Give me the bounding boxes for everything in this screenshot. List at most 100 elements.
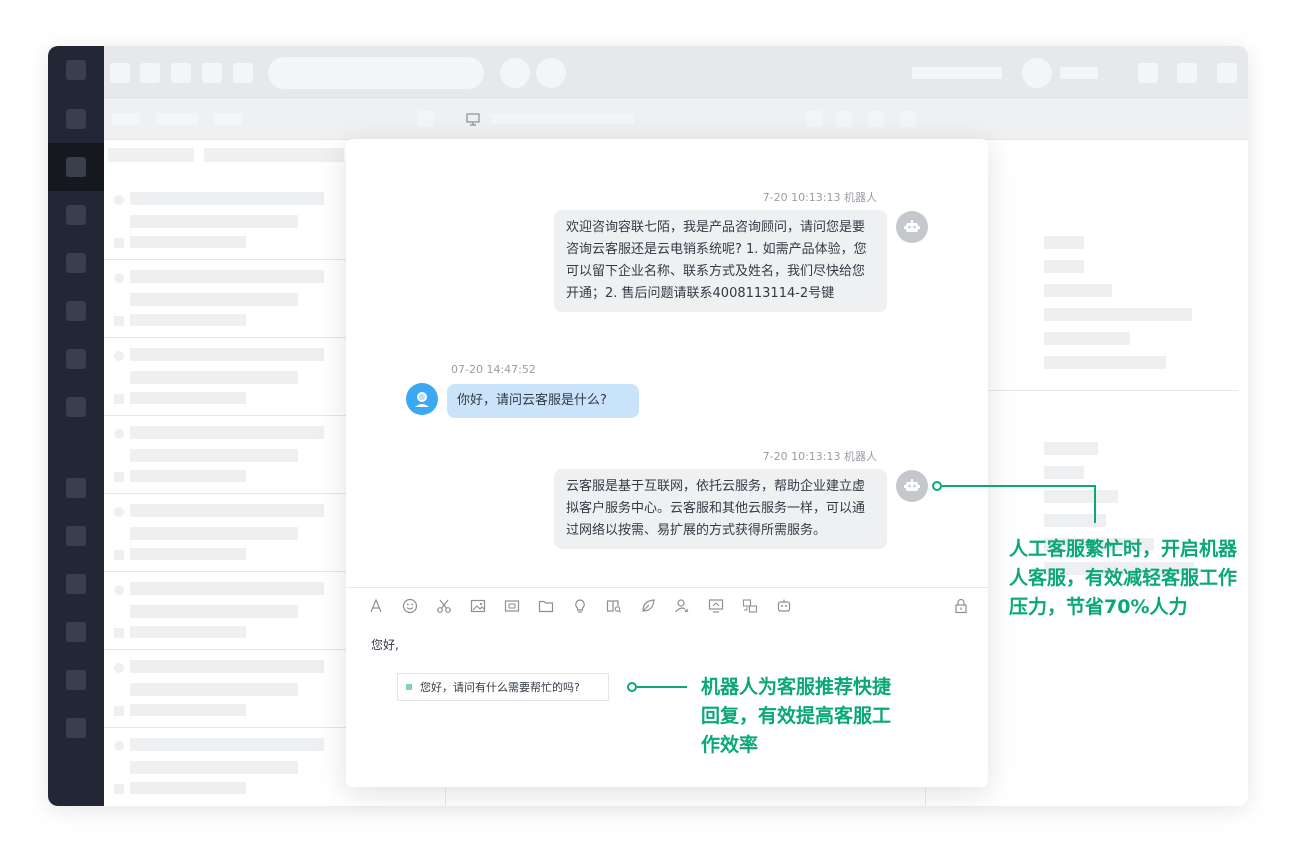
list-item-placeholder (114, 550, 124, 560)
remote-icon[interactable] (741, 597, 759, 615)
toolbar-button[interactable] (1217, 63, 1237, 83)
list-item-placeholder (114, 351, 124, 361)
list-header-button[interactable] (418, 111, 434, 127)
robot-icon (904, 220, 920, 232)
font-icon[interactable] (367, 597, 385, 615)
list-tab[interactable] (214, 113, 242, 125)
list-item-placeholder (114, 273, 124, 283)
list-item-placeholder (130, 683, 298, 696)
sidebar-item-1[interactable] (66, 109, 86, 129)
list-item-placeholder (130, 236, 246, 248)
list-item-placeholder (114, 628, 124, 638)
status-button[interactable] (536, 58, 566, 88)
toolbar-button[interactable] (202, 63, 222, 83)
callout-dot (627, 682, 637, 692)
toolbar-button[interactable] (140, 63, 160, 83)
annotation-quick-reply: 机器人为客服推荐快捷回复，有效提高客服工作效率 (701, 676, 892, 756)
callout-line (1094, 485, 1096, 523)
list-filter[interactable] (204, 148, 344, 162)
robot-message: 欢迎咨询容联七陌，我是产品咨询顾问，请问您是要咨询云客服还是云电销系统呢? 1.… (554, 210, 887, 312)
robot-icon[interactable] (775, 597, 793, 615)
list-item-placeholder (130, 761, 298, 774)
person-icon (415, 392, 429, 407)
sidebar-item-10[interactable] (66, 574, 86, 594)
list-item-placeholder (130, 704, 246, 716)
list-item-placeholder (130, 348, 324, 361)
emoji-icon[interactable] (401, 597, 419, 615)
info-value (1044, 442, 1098, 455)
sidebar-item-11[interactable] (66, 622, 86, 642)
toolbar-button[interactable] (171, 63, 191, 83)
chat-window: 7-20 10:13:13 机器人 欢迎咨询容联七陌，我是产品咨询顾问，请问您是… (346, 139, 988, 787)
toolbar-button[interactable] (110, 63, 130, 83)
list-filter[interactable] (108, 148, 194, 162)
list-item-placeholder (114, 429, 124, 439)
user-name (1060, 67, 1098, 79)
robot-avatar (896, 211, 928, 243)
image-icon[interactable] (469, 597, 487, 615)
video-icon[interactable] (503, 597, 521, 615)
sidebar (48, 46, 104, 806)
screen-share-icon[interactable] (707, 597, 725, 615)
sidebar-item-4[interactable] (66, 253, 86, 273)
avatar[interactable] (1022, 58, 1052, 88)
sidebar-item-5[interactable] (66, 301, 86, 321)
list-item-placeholder (114, 741, 124, 751)
sidebar-item-12[interactable] (66, 670, 86, 690)
sidebar-item-13[interactable] (66, 718, 86, 738)
lock-icon[interactable] (952, 597, 970, 615)
list-item-placeholder (130, 504, 324, 517)
user-avatar (406, 383, 438, 415)
list-item-placeholder (114, 238, 124, 248)
leaf-icon[interactable] (639, 597, 657, 615)
toolbar-button[interactable] (233, 63, 253, 83)
scissors-icon[interactable] (435, 597, 453, 615)
sidebar-item-7[interactable] (66, 397, 86, 417)
sidebar-item-3[interactable] (66, 205, 86, 225)
sidebar-item-6[interactable] (66, 349, 86, 369)
callout-line (637, 686, 687, 688)
search-input[interactable] (268, 57, 484, 89)
folder-icon[interactable] (537, 597, 555, 615)
message-input[interactable]: 您好, (371, 636, 399, 653)
list-tab[interactable] (112, 113, 140, 125)
info-value (1044, 308, 1192, 321)
robot-icon (904, 479, 920, 491)
status-button[interactable] (500, 58, 530, 88)
user-transfer-icon[interactable] (673, 597, 691, 615)
list-item-placeholder (130, 470, 246, 482)
list-item-placeholder (130, 782, 246, 794)
header-button[interactable] (900, 111, 916, 127)
message-meta: 07-20 14:47:52 (451, 363, 536, 376)
toolbar-button[interactable] (1177, 63, 1197, 83)
sidebar-item-2[interactable] (66, 157, 86, 177)
header-button[interactable] (806, 111, 822, 127)
list-item-placeholder (130, 660, 324, 673)
toolbar-divider (346, 587, 988, 588)
callout-dot (932, 481, 942, 491)
header-button[interactable] (868, 111, 884, 127)
info-value (1044, 260, 1084, 273)
bulb-icon[interactable] (571, 597, 589, 615)
list-tab[interactable] (156, 113, 198, 125)
message-meta: 7-20 10:13:13 机器人 (762, 450, 877, 463)
quick-reply-text: 您好，请问有什么需要帮忙的吗? (420, 681, 580, 694)
list-item-placeholder (130, 426, 324, 439)
list-item-placeholder (130, 548, 246, 560)
book-search-icon[interactable] (605, 597, 623, 615)
list-item-placeholder (114, 195, 124, 205)
info-value (1044, 332, 1130, 345)
info-value (1044, 236, 1084, 249)
info-value (1044, 284, 1112, 297)
list-header (104, 98, 446, 140)
conversation-header (446, 98, 926, 140)
sidebar-item-9[interactable] (66, 526, 86, 546)
header-button[interactable] (836, 111, 852, 127)
toolbar-button[interactable] (1138, 63, 1158, 83)
list-item-placeholder (114, 394, 124, 404)
list-item-placeholder (130, 215, 298, 228)
list-item-placeholder (130, 527, 298, 540)
callout-line (942, 485, 1096, 487)
quick-reply-suggestion[interactable]: 您好，请问有什么需要帮忙的吗? (397, 673, 609, 701)
sidebar-item-8[interactable] (66, 478, 86, 498)
